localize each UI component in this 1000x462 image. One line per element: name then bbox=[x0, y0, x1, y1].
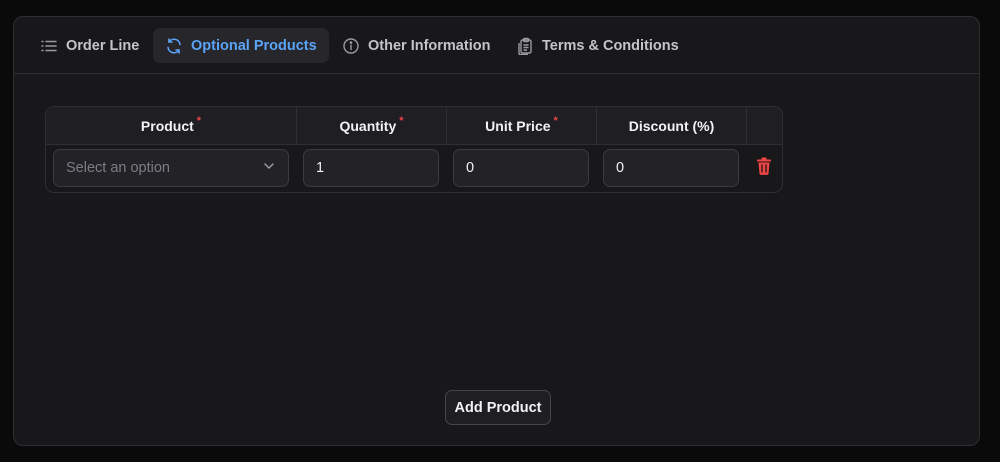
clipboard-icon bbox=[516, 37, 534, 55]
tab-label: Order Line bbox=[66, 37, 140, 54]
column-header-quantity: Quantity * bbox=[297, 107, 447, 144]
tab-label: Terms & Conditions bbox=[542, 37, 679, 54]
tab-bar: Order Line Optional Products Other Infor… bbox=[14, 17, 979, 74]
required-marker: * bbox=[399, 114, 404, 127]
tab-label: Optional Products bbox=[191, 37, 317, 54]
tab-other-information[interactable]: Other Information bbox=[330, 28, 502, 63]
header-label: Quantity bbox=[339, 117, 397, 134]
column-header-product: Product * bbox=[46, 107, 297, 144]
tab-optional-products[interactable]: Optional Products bbox=[153, 28, 329, 63]
column-header-discount: Discount (%) bbox=[597, 107, 747, 144]
trash-icon bbox=[756, 157, 772, 180]
tab-order-line[interactable]: Order Line bbox=[28, 28, 151, 63]
quantity-input[interactable] bbox=[303, 149, 439, 187]
tab-terms-conditions[interactable]: Terms & Conditions bbox=[504, 28, 691, 63]
table-header: Product * Quantity * Unit Price * Discou… bbox=[46, 107, 782, 145]
required-marker: * bbox=[196, 114, 202, 127]
column-header-actions bbox=[747, 107, 782, 144]
tab-label: Other Information bbox=[368, 37, 491, 54]
column-header-unit-price: Unit Price * bbox=[447, 107, 597, 144]
optional-products-panel: Order Line Optional Products Other Infor… bbox=[13, 16, 980, 446]
refresh-icon bbox=[165, 37, 183, 55]
select-placeholder: Select an option bbox=[66, 160, 170, 176]
header-label: Discount (%) bbox=[628, 117, 715, 134]
info-icon bbox=[342, 37, 360, 55]
list-icon bbox=[40, 37, 58, 55]
discount-input[interactable] bbox=[603, 149, 739, 187]
header-label: Unit Price bbox=[485, 117, 551, 134]
delete-row-button[interactable] bbox=[755, 157, 773, 180]
optional-products-table: Product * Quantity * Unit Price * Discou… bbox=[45, 106, 783, 193]
unit-price-input[interactable] bbox=[453, 149, 589, 187]
header-label: Product bbox=[140, 117, 194, 134]
chevron-down-icon bbox=[262, 159, 276, 177]
product-select[interactable]: Select an option bbox=[53, 149, 289, 187]
add-product-button[interactable]: Add Product bbox=[445, 390, 551, 425]
required-marker: * bbox=[553, 114, 558, 127]
